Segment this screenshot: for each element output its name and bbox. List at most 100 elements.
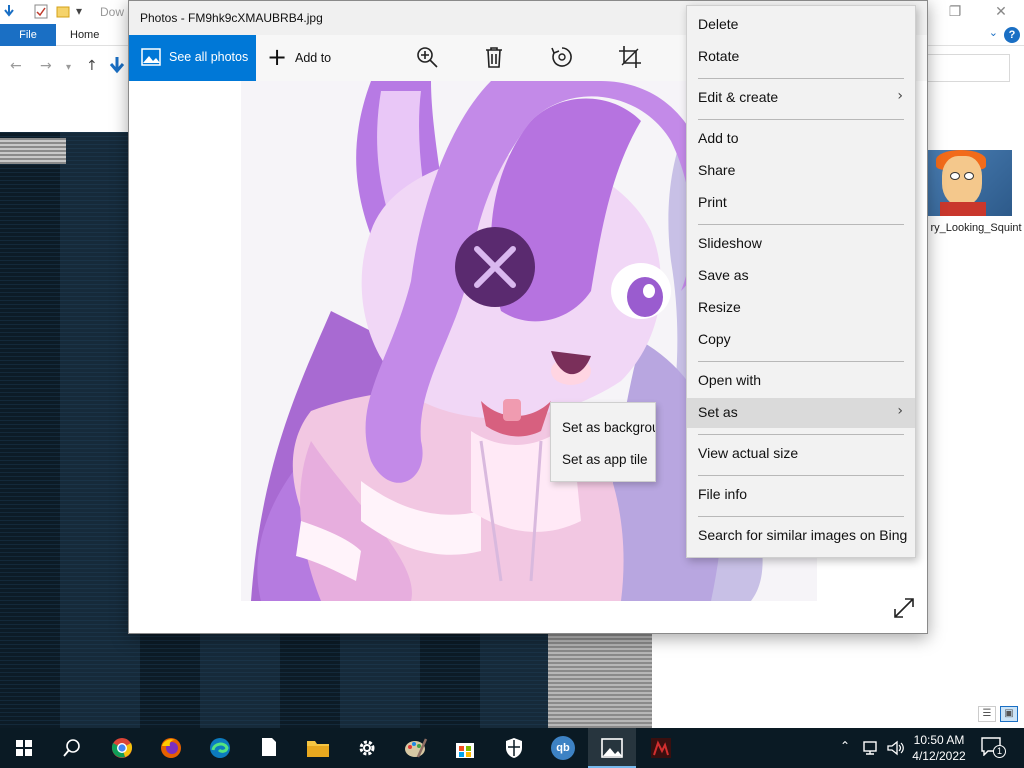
file-name-label[interactable]: ry_Looking_Squint	[928, 222, 1024, 234]
down-arrow-icon[interactable]	[2, 4, 16, 18]
recent-locations-icon[interactable]: ▾	[66, 62, 71, 73]
photos-window: Photos - FM9hk9cXMAUBRB4.jpg See all pho…	[128, 0, 928, 634]
menu-item-share[interactable]: Share	[687, 156, 915, 186]
large-icons-view-icon[interactable]: ▣	[1000, 706, 1018, 722]
taskbar-notepad[interactable]	[245, 728, 293, 768]
qbittorrent-icon: qb	[551, 736, 575, 760]
notepad-icon	[262, 738, 276, 756]
taskbar-firefox[interactable]	[147, 728, 195, 768]
clock-time: 10:50 AM	[913, 733, 965, 747]
tab-home[interactable]: Home	[70, 24, 99, 46]
show-hidden-icons-icon[interactable]: ⌃	[840, 739, 850, 753]
taskbar-photos[interactable]	[588, 728, 636, 768]
file-thumbnail[interactable]	[928, 150, 1012, 216]
fullscreen-icon[interactable]	[893, 597, 915, 619]
taskbar-game[interactable]	[637, 728, 685, 768]
details-view-icon[interactable]: ☰	[978, 706, 996, 722]
menu-item-copy[interactable]: Copy	[687, 325, 915, 355]
action-center-button[interactable]: 1	[980, 736, 1006, 760]
volume-icon[interactable]	[886, 740, 904, 756]
menu-separator	[698, 224, 904, 225]
plus-icon: +	[267, 43, 288, 71]
menu-separator	[698, 434, 904, 435]
clock[interactable]: 10:50 AM 4/12/2022	[906, 732, 972, 764]
photos-icon	[141, 48, 161, 66]
search-input[interactable]	[926, 54, 1010, 82]
up-icon[interactable]: ↑	[86, 58, 98, 74]
clock-date: 4/12/2022	[912, 749, 966, 763]
zoom-in-icon[interactable]	[415, 45, 439, 69]
view-toggle: ☰ ▣	[978, 706, 1018, 722]
windows-start-icon	[16, 740, 32, 756]
menu-item-search-bing[interactable]: Search for similar images on Bing	[687, 521, 915, 551]
chevron-right-icon: ›	[897, 403, 903, 419]
menu-item-set-as[interactable]: Set as ›	[687, 398, 915, 428]
restore-icon[interactable]: ❐	[932, 0, 978, 24]
tab-file[interactable]: File	[0, 24, 56, 46]
see-all-photos-button[interactable]: See all photos	[129, 35, 256, 81]
menu-item-edit-create[interactable]: Edit & create ›	[687, 83, 915, 113]
taskbar-paint[interactable]	[392, 728, 440, 768]
new-folder-icon[interactable]	[56, 4, 70, 18]
menu-item-file-info[interactable]: File info	[687, 480, 915, 510]
menu-item-slideshow[interactable]: Slideshow	[687, 229, 915, 259]
delete-icon[interactable]	[482, 45, 506, 69]
chrome-icon	[111, 738, 133, 758]
settings-icon	[359, 740, 375, 756]
menu-item-resize[interactable]: Resize	[687, 293, 915, 323]
set-as-background-item[interactable]: Set as background	[551, 414, 655, 444]
menu-separator	[698, 119, 904, 120]
forward-icon[interactable]: →	[40, 58, 52, 74]
notification-count-badge: 1	[993, 745, 1006, 758]
file-explorer-icon	[307, 741, 329, 757]
menu-item-open-with[interactable]: Open with	[687, 366, 915, 396]
set-as-submenu: Set as background Set as app tile	[550, 402, 656, 482]
menu-separator	[698, 78, 904, 79]
add-to-label: Add to	[295, 51, 332, 65]
background-strip	[548, 632, 652, 728]
taskbar-chrome[interactable]	[98, 728, 146, 768]
menu-item-rotate[interactable]: Rotate	[687, 42, 915, 72]
search-icon	[63, 739, 80, 757]
menu-item-add-to[interactable]: Add to	[687, 124, 915, 154]
rotate-icon[interactable]	[550, 45, 574, 69]
set-as-app-tile-item[interactable]: Set as app tile	[551, 446, 655, 476]
chevron-right-icon: ›	[897, 88, 903, 104]
taskbar-settings[interactable]	[343, 728, 391, 768]
taskbar: qb ⌃ 10:50 AM 4/12/2022 1	[0, 728, 1024, 768]
menu-separator	[698, 516, 904, 517]
taskbar-file-explorer[interactable]	[294, 728, 342, 768]
background-strip	[0, 138, 66, 164]
taskbar-edge[interactable]	[196, 728, 244, 768]
menu-separator	[698, 475, 904, 476]
help-icon[interactable]: ?	[1004, 27, 1020, 43]
taskbar-store[interactable]	[441, 728, 489, 768]
photos-icon	[601, 738, 623, 758]
menu-item-save-as[interactable]: Save as	[687, 261, 915, 291]
see-all-photos-label: See all photos	[169, 50, 249, 64]
paint-icon	[405, 738, 428, 758]
crop-icon[interactable]	[618, 45, 642, 69]
window-title: Photos - FM9hk9cXMAUBRB4.jpg	[140, 11, 323, 25]
start-button[interactable]	[0, 728, 48, 768]
close-icon[interactable]: ✕	[978, 0, 1024, 24]
network-icon[interactable]	[862, 740, 880, 756]
back-icon[interactable]: ←	[10, 58, 22, 74]
properties-icon[interactable]	[34, 4, 48, 19]
menu-item-view-actual-size[interactable]: View actual size	[687, 439, 915, 469]
store-icon	[456, 743, 474, 758]
menu-item-print[interactable]: Print	[687, 188, 915, 218]
explorer-window-controls: ❐ ✕	[932, 0, 1024, 24]
context-menu: Delete Rotate Edit & create › Add to Shar…	[686, 5, 916, 558]
game-icon	[651, 738, 671, 758]
ribbon-expand-icon[interactable]: ⌄	[989, 26, 998, 39]
menu-separator	[698, 361, 904, 362]
search-button[interactable]	[48, 728, 96, 768]
quick-access-dropdown-icon[interactable]: ▾	[76, 4, 82, 18]
taskbar-qbittorrent[interactable]: qb	[539, 728, 587, 768]
security-icon	[506, 738, 522, 758]
taskbar-security[interactable]	[490, 728, 538, 768]
menu-item-delete[interactable]: Delete	[687, 10, 915, 40]
downloads-folder-icon	[109, 57, 125, 74]
explorer-title: Dow	[100, 5, 125, 19]
